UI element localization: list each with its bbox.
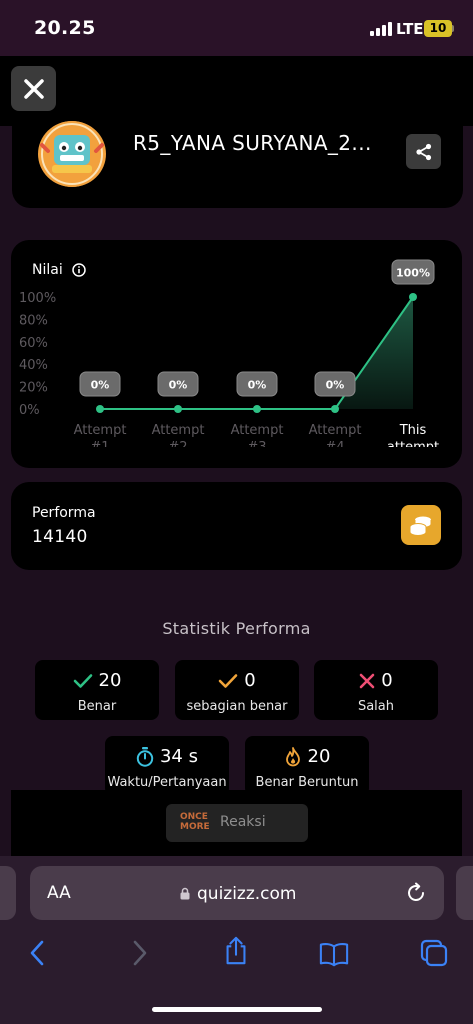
status-time: 20.25 <box>34 17 96 39</box>
network-type: LTE <box>396 20 424 38</box>
stat-partial: 0 sebagian benar <box>175 660 299 720</box>
x-tick-label: Attempt #4 <box>309 423 362 455</box>
coins-button[interactable] <box>401 505 441 545</box>
score-chart: 100%80%60%40%20%0% Attempt #1Attempt #2Att… <box>19 259 439 455</box>
battery-icon: 10 <box>424 20 452 37</box>
x-tick-line: #3 <box>247 440 266 455</box>
y-tick-label: 60% <box>19 336 48 351</box>
share-button[interactable] <box>406 134 441 169</box>
data-label: 100% <box>396 267 430 280</box>
stat-time-label: Waktu/Pertanyaan <box>107 775 227 790</box>
stat-streak-label: Benar Beruntun <box>255 775 359 790</box>
y-tick-label: 20% <box>19 381 48 396</box>
stat-streak-value: 20 <box>307 746 331 767</box>
data-label: 0% <box>248 379 267 392</box>
reader-settings-button[interactable]: AA <box>47 883 71 903</box>
y-tick-label: 80% <box>19 313 48 328</box>
stat-wrong-value: 0 <box>381 670 393 691</box>
prev-tab-preview[interactable] <box>0 866 16 920</box>
stat-time-value: 34 s <box>159 746 198 767</box>
x-tick-line: attempt <box>387 440 439 455</box>
stat-partial-value: 0 <box>244 670 256 691</box>
data-label: 0% <box>169 379 188 392</box>
stat-wrong: 0 Salah <box>314 660 438 720</box>
x-tick-line: Attempt <box>152 423 205 438</box>
reload-icon[interactable] <box>405 882 427 904</box>
close-button[interactable] <box>11 66 56 111</box>
reaksi-label: Reaksi <box>220 814 266 830</box>
home-indicator <box>152 1007 322 1012</box>
app-header <box>0 56 473 126</box>
x-tick-line: #4 <box>325 440 344 455</box>
check-icon <box>73 673 92 688</box>
share-icon <box>415 143 431 160</box>
coins-icon <box>409 516 432 536</box>
x-tick-line: Attempt <box>231 423 284 438</box>
logo-line1: ONCE <box>180 812 208 822</box>
stat-wrong-label: Salah <box>357 699 395 714</box>
stat-time: 34 s Waktu/Pertanyaan <box>105 736 229 796</box>
stat-correct-value: 20 <box>98 670 122 691</box>
logo-line2: MORE <box>180 822 210 832</box>
data-label: 0% <box>326 379 345 392</box>
cross-icon <box>359 673 375 688</box>
x-tick-label: This attempt <box>387 423 439 455</box>
x-tick-line: Attempt <box>309 423 362 438</box>
url-text[interactable]: quizizz.com <box>197 884 297 904</box>
avatar <box>38 121 106 187</box>
battery-tip <box>452 25 454 32</box>
performa-label: Performa <box>32 505 96 521</box>
x-tick-line: This <box>399 423 427 438</box>
next-tab-preview[interactable] <box>456 866 473 920</box>
check-icon <box>218 673 238 688</box>
flame-icon <box>285 746 300 766</box>
x-tick-label: Attempt #3 <box>231 423 284 455</box>
tabs-icon[interactable] <box>419 938 449 968</box>
signal-icon <box>370 22 392 36</box>
stat-correct: 20 Benar <box>35 660 159 720</box>
player-name: R5_YANA SURYANA_2... <box>133 131 372 155</box>
timer-icon <box>136 746 154 767</box>
data-point <box>253 405 261 413</box>
once-more-logo: ONCE MORE <box>180 812 210 832</box>
x-tick-line: Attempt <box>74 423 127 438</box>
monster-avatar-icon <box>39 121 105 187</box>
data-label: 0% <box>91 379 110 392</box>
x-tick-line: #2 <box>168 440 187 455</box>
data-point <box>331 405 339 413</box>
performa-card <box>11 482 462 570</box>
lock-icon <box>180 887 190 900</box>
stat-partial-label: sebagian benar <box>186 699 288 714</box>
x-tick-line: #1 <box>90 440 109 455</box>
y-tick-label: 40% <box>19 358 48 373</box>
chevron-left-icon[interactable] <box>23 938 53 968</box>
close-icon <box>23 78 44 99</box>
stats-title: Statistik Performa <box>162 619 311 638</box>
y-tick-label: 100% <box>19 291 56 306</box>
data-point <box>409 293 417 301</box>
stat-correct-label: Benar <box>77 699 117 714</box>
x-tick-label: Attempt #1 <box>74 423 127 455</box>
stat-streak: 20 Benar Beruntun <box>245 736 369 796</box>
y-tick-label: 0% <box>19 403 40 418</box>
performa-value: 14140 <box>32 527 88 547</box>
data-point <box>174 405 182 413</box>
share-icon[interactable] <box>221 936 251 966</box>
x-tick-label: Attempt #2 <box>152 423 205 455</box>
data-point <box>96 405 104 413</box>
book-icon[interactable] <box>319 939 349 969</box>
chevron-right-icon[interactable] <box>124 938 154 968</box>
